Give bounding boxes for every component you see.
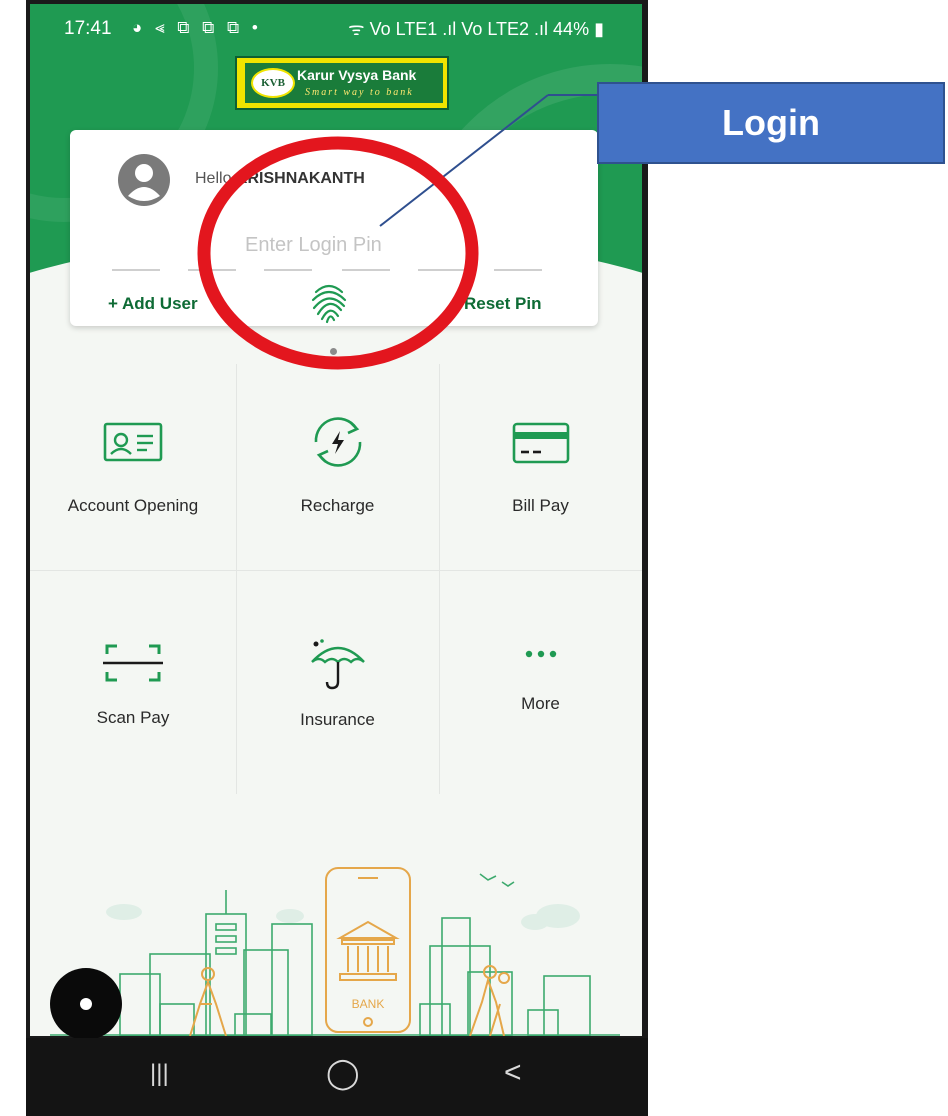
service-recharge[interactable]: Recharge <box>236 414 439 516</box>
recharge-icon <box>314 417 361 467</box>
back-button[interactable]: < <box>504 1056 522 1090</box>
service-label: Scan Pay <box>96 708 170 727</box>
scan-icon <box>103 644 163 682</box>
login-card: Hello KRISHNAKANTH + Add User Reset Pin <box>70 130 598 326</box>
user-name: KRISHNAKANTH <box>235 170 365 187</box>
pin-digit-slot <box>188 269 236 271</box>
fab-dot-icon <box>80 998 92 1010</box>
service-label: Insurance <box>300 710 375 729</box>
logo-inner: KVB Karur Vysya Bank Smart way to bank <box>245 63 443 103</box>
pin-digit-slot <box>112 269 160 271</box>
service-more[interactable]: More <box>439 644 642 714</box>
id-card-icon <box>103 422 163 462</box>
service-insurance[interactable]: Insurance <box>236 636 439 730</box>
login-pin-input[interactable] <box>245 234 445 257</box>
greeting-text: Hello <box>195 170 232 187</box>
signal-icons: ᯤ Vo LTE1 .ıl Vo LTE2 .ıl <box>348 19 549 39</box>
city-illustration: BANK <box>50 867 620 1036</box>
avatar-icon <box>118 154 170 206</box>
reset-pin-button[interactable]: Reset Pin <box>464 294 541 314</box>
app-screen: 17:41 ◕ ⪡ ⧉ ⧉ ⧉ • ᯤ Vo LTE1 .ıl Vo LTE2 … <box>30 4 642 1036</box>
android-nav-bar: ||| ◯ < <box>26 1038 648 1116</box>
bank-logo: KVB Karur Vysya Bank Smart way to bank <box>235 56 449 110</box>
service-label: Bill Pay <box>512 496 569 515</box>
annotation-callout: Login <box>597 82 945 164</box>
umbrella-icon <box>310 639 365 690</box>
status-right: ᯤ Vo LTE1 .ıl Vo LTE2 .ıl 44% ▮ <box>348 17 604 41</box>
service-label: Recharge <box>300 496 375 515</box>
logo-badge: KVB <box>251 68 295 98</box>
logo-bank-name: Karur Vysya Bank <box>297 67 417 83</box>
pin-digit-slot <box>264 269 312 271</box>
recents-button[interactable]: ||| <box>150 1060 169 1088</box>
service-bill-pay[interactable]: Bill Pay <box>439 420 642 516</box>
card-icon <box>512 422 569 464</box>
phone-frame: 17:41 ◕ ⪡ ⧉ ⧉ ⧉ • ᯤ Vo LTE1 .ıl Vo LTE2 … <box>26 0 648 1116</box>
logo-tagline: Smart way to bank <box>305 87 414 98</box>
service-label: More <box>521 694 560 713</box>
add-user-button[interactable]: + Add User <box>108 294 198 314</box>
fingerprint-icon[interactable] <box>308 278 350 324</box>
battery-icon: ▮ <box>594 19 604 39</box>
more-icon <box>525 650 556 658</box>
battery-level: 44% <box>553 19 590 39</box>
service-label: Account Opening <box>67 496 199 515</box>
status-time: 17:41 <box>64 18 112 39</box>
pin-digit-slot <box>342 269 390 271</box>
pin-digit-slot <box>418 269 466 271</box>
bank-phone-label: BANK <box>352 997 385 1011</box>
floating-assist-button[interactable] <box>50 968 122 1040</box>
grid-divider <box>30 570 642 571</box>
carousel-indicator <box>330 348 337 355</box>
home-button[interactable]: ◯ <box>326 1056 360 1091</box>
status-bar: 17:41 ◕ ⪡ ⧉ ⧉ ⧉ • ᯤ Vo LTE1 .ıl Vo LTE2 … <box>30 4 642 50</box>
pin-digit-slot <box>494 269 542 271</box>
service-scan-pay[interactable]: Scan Pay <box>30 640 236 728</box>
service-account-opening[interactable]: Account Opening <box>30 420 236 516</box>
notification-icons: ◕ ⪡ ⧉ ⧉ ⧉ • <box>132 18 262 37</box>
greeting: Hello KRISHNAKANTH <box>195 170 365 188</box>
